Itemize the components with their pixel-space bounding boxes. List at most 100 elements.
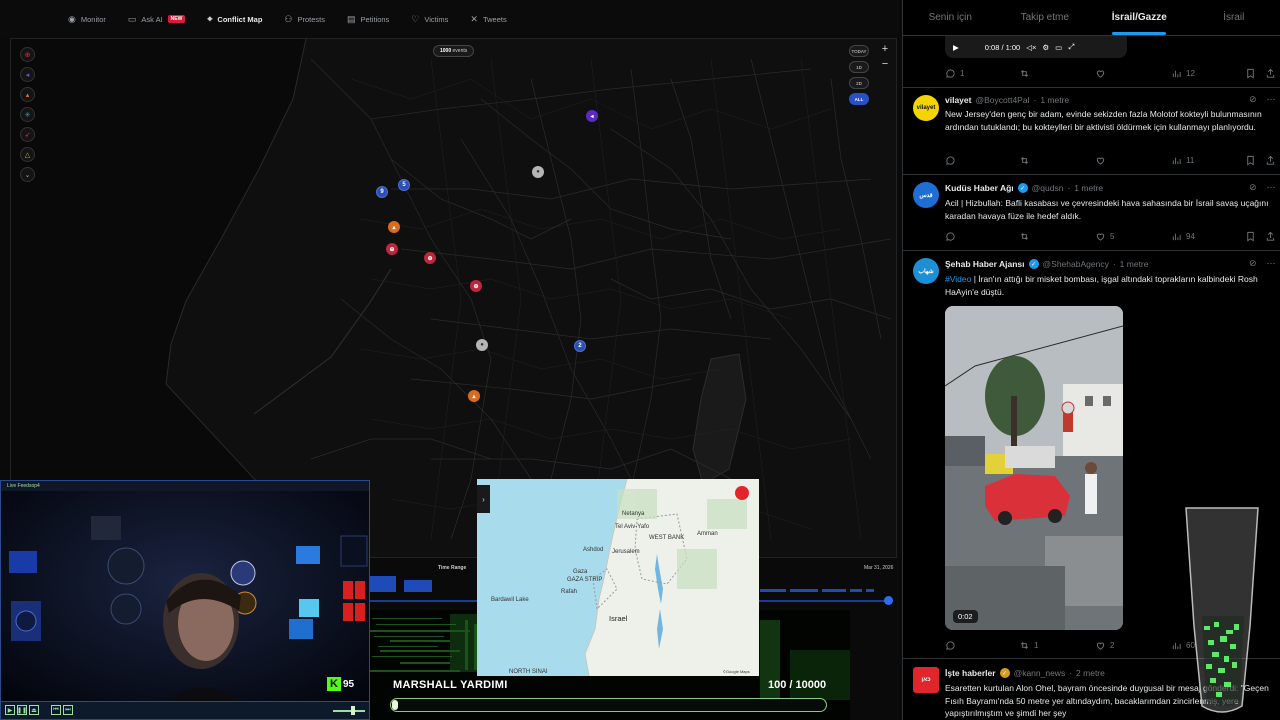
hashtag-link[interactable]: #Video xyxy=(945,274,971,284)
bookmark-button[interactable] xyxy=(1245,231,1256,242)
protest-event-marker[interactable]: ◂ xyxy=(586,110,598,122)
views-icon xyxy=(1172,233,1181,240)
play-icon[interactable]: ▶ xyxy=(953,43,959,52)
minimap-collapse-button[interactable]: › xyxy=(477,485,490,513)
fullscreen-icon[interactable]: ⤢ xyxy=(1068,42,1074,52)
author-name[interactable]: vilayet xyxy=(945,95,971,105)
volume-handle[interactable] xyxy=(351,706,355,715)
grok-icon[interactable]: ⊘ xyxy=(1249,258,1257,269)
nav-conflict-map[interactable]: ⌖ Conflict Map xyxy=(207,14,262,25)
nav-ask-ai[interactable]: ▭ Ask AI NEW xyxy=(128,14,186,25)
nav-tweets[interactable]: ✕ Tweets xyxy=(470,14,506,25)
tab-israel-gaza[interactable]: İsrail/Gazze xyxy=(1092,0,1187,35)
avatar[interactable]: قدس xyxy=(913,182,939,208)
avatar[interactable]: شهاب xyxy=(913,258,939,284)
author-handle[interactable]: @ShehabAgency xyxy=(1043,259,1109,269)
tweet-video[interactable]: 0:02 xyxy=(945,306,1123,630)
next-icon[interactable]: ⏭ xyxy=(63,705,73,715)
reply-button[interactable] xyxy=(945,640,956,651)
chevron-down-icon[interactable]: ⌄ xyxy=(20,167,35,182)
generic-event-marker[interactable]: ● xyxy=(532,166,544,178)
like-button[interactable]: 5 xyxy=(1095,231,1114,242)
retweet-button[interactable] xyxy=(1019,68,1030,79)
reply-button[interactable] xyxy=(945,155,956,166)
explosion-icon[interactable]: ✳ xyxy=(20,107,35,122)
share-button[interactable] xyxy=(1265,68,1276,79)
strike-event-marker[interactable]: ⊕ xyxy=(386,243,398,255)
nav-protests[interactable]: ⚇ Protests xyxy=(284,14,325,25)
megaphone-icon[interactable]: ◂ xyxy=(20,67,35,82)
play-icon[interactable]: ▶ xyxy=(5,705,15,715)
rocket-icon[interactable]: ➶ xyxy=(20,127,35,142)
fire-event-marker[interactable]: ▴ xyxy=(468,390,480,402)
target-icon[interactable]: ⊕ xyxy=(20,47,35,62)
timeline-handle[interactable] xyxy=(884,596,893,605)
bookmark-button[interactable] xyxy=(1245,155,1256,166)
filter-1d-button[interactable]: 1D xyxy=(849,61,869,73)
author-name[interactable]: Şehab Haber Ajansı xyxy=(945,259,1025,269)
views-button[interactable]: 12 xyxy=(1171,68,1195,79)
author-handle[interactable]: @Boycott4Pal xyxy=(975,95,1029,105)
avatar[interactable]: כאן xyxy=(913,667,939,693)
eject-icon[interactable]: ⏏ xyxy=(29,705,39,715)
share-button[interactable] xyxy=(1265,155,1276,166)
avatar[interactable]: vilayet xyxy=(913,95,939,121)
tab-israel[interactable]: İsrail xyxy=(1187,0,1280,35)
generic-event-marker[interactable]: ● xyxy=(476,339,488,351)
strike-event-marker[interactable]: ⊕ xyxy=(470,280,482,292)
views-button[interactable]: 11 xyxy=(1171,155,1194,166)
nav-label: Monitor xyxy=(80,14,106,24)
settings-icon[interactable]: ⚙ xyxy=(1042,43,1049,52)
author-name[interactable]: İşte haberler xyxy=(945,668,996,678)
cluster-marker[interactable]: 5 xyxy=(398,179,410,191)
more-icon[interactable]: ⋯ xyxy=(1267,182,1276,193)
pause-icon[interactable]: ❚❚ xyxy=(17,705,27,715)
fire-event-marker[interactable]: ▴ xyxy=(388,221,400,233)
bookmark-button[interactable] xyxy=(1245,68,1256,79)
more-icon[interactable]: ⋯ xyxy=(1267,258,1276,269)
author-handle[interactable]: @kann_news xyxy=(1014,668,1066,678)
cluster-marker[interactable]: 9 xyxy=(376,186,388,198)
fire-icon[interactable]: ▴ xyxy=(20,87,35,102)
share-button[interactable] xyxy=(1265,231,1276,242)
like-button[interactable] xyxy=(1095,155,1106,166)
strike-event-marker[interactable]: ⊕ xyxy=(424,252,436,264)
more-icon[interactable]: ⋯ xyxy=(1267,94,1276,105)
author-name[interactable]: Kudüs Haber Ağı xyxy=(945,183,1014,193)
author-handle[interactable]: @qudsn xyxy=(1032,183,1064,193)
retweet-button[interactable] xyxy=(1019,231,1030,242)
filter-all-button[interactable]: ALL xyxy=(849,93,869,105)
like-button[interactable]: 2 xyxy=(1095,640,1114,651)
mute-icon[interactable]: ◁× xyxy=(1026,43,1036,52)
minimap[interactable]: Netanya Tel Aviv-Yafo WEST BANK Amman As… xyxy=(477,479,759,676)
cluster-marker[interactable]: 2 xyxy=(574,340,586,352)
reply-button[interactable]: 1 xyxy=(945,68,964,79)
like-button[interactable] xyxy=(1095,68,1106,79)
tweet-time[interactable]: 1 metre xyxy=(1074,183,1103,193)
previous-icon[interactable]: ⏮ xyxy=(51,705,61,715)
tweet-time[interactable]: 1 metre xyxy=(1040,95,1069,105)
zoom-in-button[interactable]: + xyxy=(879,43,891,55)
warning-icon[interactable]: △ xyxy=(20,147,35,162)
heart-icon xyxy=(1096,642,1105,650)
tab-for-you[interactable]: Senin için xyxy=(903,0,998,35)
people-icon: ⚇ xyxy=(284,13,293,24)
tweet-time[interactable]: 2 metre xyxy=(1076,668,1105,678)
minimap-label: WEST BANK xyxy=(649,535,685,541)
zoom-out-button[interactable]: − xyxy=(879,58,891,70)
views-button[interactable]: 94 xyxy=(1171,231,1195,242)
tweet-time[interactable]: 1 metre xyxy=(1120,259,1149,269)
volume-slider[interactable] xyxy=(333,710,365,712)
tab-following[interactable]: Takip etme xyxy=(998,0,1093,35)
filter-2d-button[interactable]: 2D xyxy=(849,77,869,89)
filter-today-button[interactable]: TODAY xyxy=(849,45,869,57)
grok-icon[interactable]: ⊘ xyxy=(1249,94,1257,105)
grok-icon[interactable]: ⊘ xyxy=(1249,182,1257,193)
retweet-button[interactable]: 1 xyxy=(1019,640,1038,651)
nav-petitions[interactable]: ▤ Petitions xyxy=(347,14,389,25)
captions-icon[interactable]: ▭ xyxy=(1055,43,1062,52)
reply-button[interactable] xyxy=(945,231,956,242)
nav-monitor[interactable]: ◉ Monitor xyxy=(68,14,106,25)
retweet-button[interactable] xyxy=(1019,155,1030,166)
nav-victims[interactable]: ♡ Victims xyxy=(411,14,448,25)
